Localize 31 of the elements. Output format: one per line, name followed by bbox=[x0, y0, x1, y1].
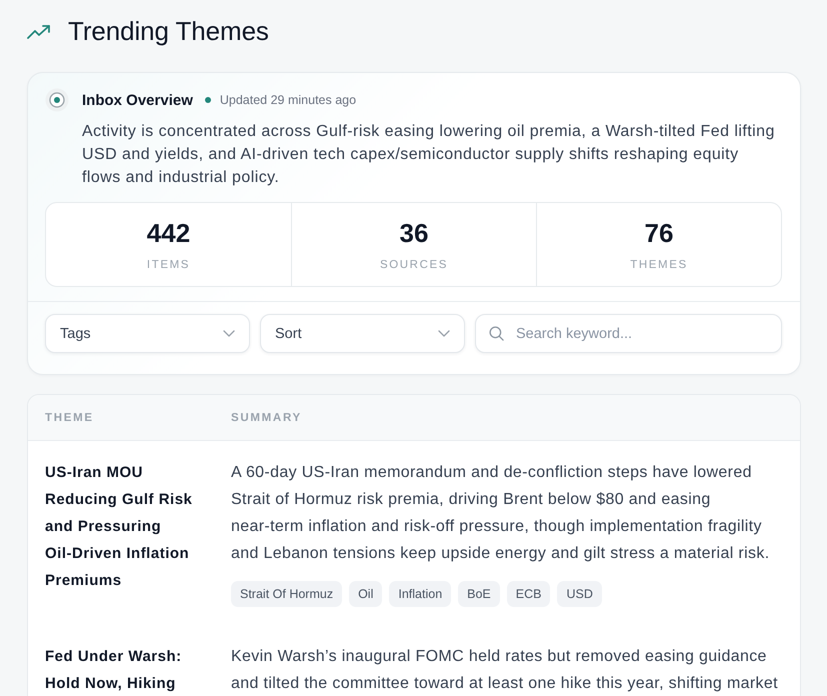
stat-label: THEMES bbox=[630, 258, 688, 272]
search-field[interactable]: Search keyword... bbox=[475, 314, 782, 353]
tag-chip: BoE bbox=[458, 581, 500, 607]
theme-title: Fed Under Warsh: Hold Now, Hiking bbox=[45, 647, 183, 694]
stat-label: ITEMS bbox=[146, 258, 190, 272]
stat-value: 442 bbox=[146, 218, 190, 248]
stat-value: 76 bbox=[644, 218, 674, 248]
column-header: SUMMARY bbox=[231, 412, 302, 424]
column-header: THEME bbox=[45, 412, 94, 424]
summary-text: Kevin Warsh’s inaugural FOMC held rates but removed easing guidance and tilted the committee toward at least one hike this year, shifting market bbox=[231, 647, 779, 694]
tag-chip: USD bbox=[557, 581, 602, 607]
summary-text: A 60-day US-Iran memorandum and de-confliction steps have lowered Strait of Hormuz risk premia, driving Brent below $80 and easing near-term inflation and risk-off pressure, though implementation fragility and Lebanon tensions keep upside energy and gilt stress a material risk. bbox=[231, 463, 770, 564]
chevron-down-icon bbox=[438, 330, 450, 337]
chevron-down-icon bbox=[223, 330, 235, 337]
page-title: Trending Themes bbox=[68, 15, 269, 48]
pulse-icon bbox=[45, 88, 69, 112]
tag-chip: ECB bbox=[506, 581, 550, 607]
overview-summary: Activity is concentrated across Gulf-risk easing lowering oil premia, a Warsh-tilted Fed lifting USD and yields, and AI-driven tech capex/semiconductor supply shifts reshaping equity flows and industrial policy. bbox=[82, 122, 776, 188]
tag-chip: Inflation bbox=[389, 581, 452, 607]
search-icon bbox=[489, 326, 504, 341]
dropdown[interactable]: Tags bbox=[45, 314, 250, 353]
theme-title: US-Iran MOU Reducing Gulf Risk and Pressuring Oil-Driven Inflation Premiums bbox=[45, 463, 194, 591]
stat-value: 36 bbox=[400, 218, 428, 248]
trending-up-icon bbox=[27, 24, 51, 38]
overview-title: Inbox Overview bbox=[82, 92, 193, 108]
stat-label: SOURCES bbox=[380, 258, 448, 272]
tag-chip: Strait Of Hormuz bbox=[231, 581, 342, 607]
updated-time: Updated 29 minutes ago bbox=[220, 93, 356, 107]
status-dot-icon bbox=[204, 97, 211, 103]
tag-chip: Oil bbox=[349, 581, 382, 607]
dropdown[interactable]: Sort bbox=[260, 314, 465, 353]
